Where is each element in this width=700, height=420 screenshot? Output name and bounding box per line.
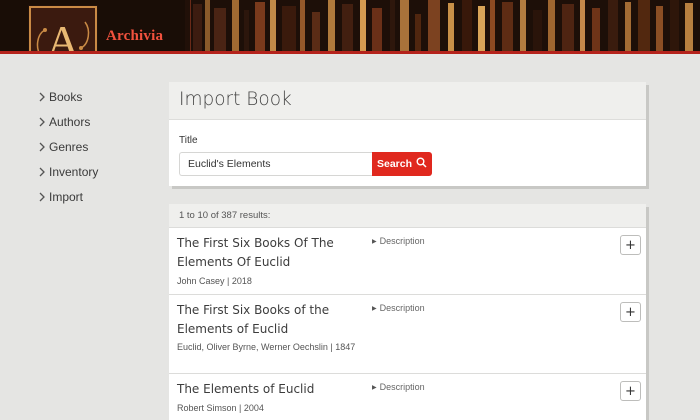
chevron-right-icon xyxy=(38,117,49,127)
result-title: The First Six Books Of The Elements Of E… xyxy=(177,236,334,269)
sidebar-item-label: Inventory xyxy=(49,164,99,179)
sidebar-item-books[interactable]: Books xyxy=(38,84,158,109)
description-toggle[interactable]: ▶ Description xyxy=(372,236,425,246)
app-logo[interactable]: A xyxy=(29,6,97,54)
result-title: The First Six Books of the Elements of E… xyxy=(177,303,330,336)
app-header: A Archivia xyxy=(0,0,700,54)
search-icon xyxy=(416,157,427,171)
title-field-label: Title xyxy=(179,135,198,146)
chevron-right-icon xyxy=(38,192,49,202)
triangle-right-icon: ▶ xyxy=(372,306,377,312)
sidebar-item-inventory[interactable]: Inventory xyxy=(38,159,158,184)
result-meta: Euclid, Oliver Byrne, Werner Oechslin | … xyxy=(177,342,356,352)
result-meta: John Casey | 2018 xyxy=(177,276,252,286)
description-toggle[interactable]: ▶ Description xyxy=(372,303,425,313)
sidebar-item-authors[interactable]: Authors xyxy=(38,109,158,134)
app-title[interactable]: Archivia xyxy=(106,28,163,45)
sidebar-item-label: Books xyxy=(49,89,83,104)
description-label: Description xyxy=(379,236,425,246)
sidebar-item-label: Import xyxy=(49,189,84,204)
page-title: Import Book xyxy=(179,89,292,110)
search-button-label: Search xyxy=(376,158,413,170)
chevron-right-icon xyxy=(38,92,49,102)
description-label: Description xyxy=(379,382,425,392)
result-row: The First Six Books Of The Elements Of E… xyxy=(169,228,646,295)
sidebar-item-genres[interactable]: Genres xyxy=(38,134,158,159)
add-book-button[interactable]: + xyxy=(620,235,641,255)
sidebar-item-label: Genres xyxy=(49,139,89,154)
results-summary: 1 to 10 of 387 results: xyxy=(169,204,646,228)
description-label: Description xyxy=(379,303,425,313)
triangle-right-icon: ▶ xyxy=(372,385,377,391)
import-book-panel: Import Book Title Search xyxy=(169,82,646,186)
search-button[interactable]: Search xyxy=(372,152,432,176)
sidebar-item-import[interactable]: Import xyxy=(38,184,158,209)
result-meta: Robert Simson | 2004 xyxy=(177,403,264,413)
description-toggle[interactable]: ▶ Description xyxy=(372,382,425,392)
chevron-right-icon xyxy=(38,167,49,177)
sidebar-item-label: Authors xyxy=(49,114,91,129)
add-book-button[interactable]: + xyxy=(620,381,641,401)
search-results-panel: 1 to 10 of 387 results: The First Six Bo… xyxy=(169,204,646,420)
triangle-right-icon: ▶ xyxy=(372,239,377,245)
logo-letter: A xyxy=(46,16,79,54)
result-title: The Elements of Euclid xyxy=(177,382,315,396)
bookshelf-banner xyxy=(0,0,700,51)
result-row: The First Six Books of the Elements of E… xyxy=(169,295,646,374)
panel-header: Import Book xyxy=(169,82,646,120)
sidebar-nav: Books Authors Genres Inventory Import xyxy=(38,84,158,209)
add-book-button[interactable]: + xyxy=(620,302,641,322)
chevron-right-icon xyxy=(38,142,49,152)
title-search-input[interactable] xyxy=(179,152,372,176)
result-row: The Elements of Euclid Robert Simson | 2… xyxy=(169,374,646,420)
